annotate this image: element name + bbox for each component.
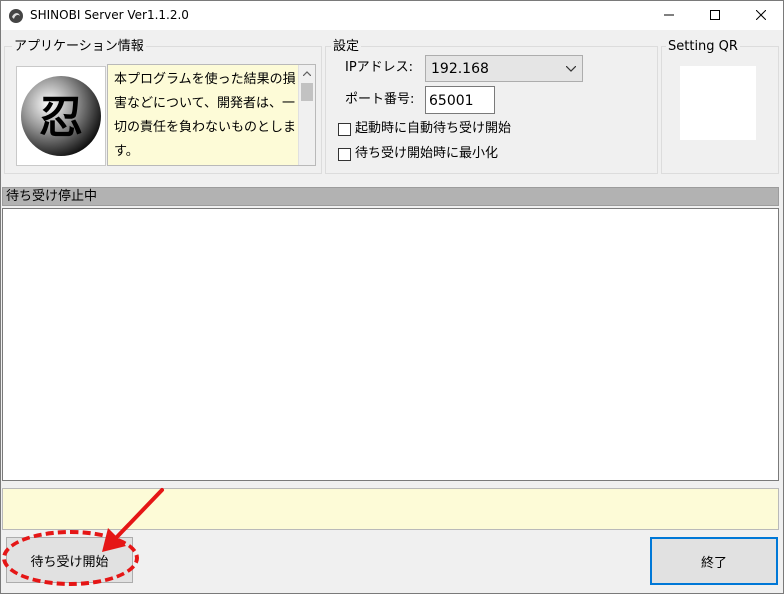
exit-label: 終了 — [700, 555, 727, 571]
start-listening-button[interactable]: 待ち受け開始 — [6, 537, 133, 583]
maximize-button[interactable] — [692, 0, 738, 30]
app-info-group-label: アプリケーション情報 — [12, 39, 146, 54]
app-icon — [9, 9, 23, 23]
scroll-thumb[interactable] — [301, 83, 313, 101]
qr-group-label: Setting QR — [666, 39, 740, 54]
exit-button[interactable]: 終了 — [650, 537, 778, 585]
chevron-down-icon — [566, 66, 576, 72]
port-label: ポート番号: — [345, 92, 415, 107]
window-title: SHINOBI Server Ver1.1.2.0 — [30, 8, 189, 22]
minimize-icon — [664, 14, 674, 16]
close-button[interactable] — [738, 0, 784, 30]
ip-address-value: 192.168 — [431, 61, 489, 77]
maximize-icon — [710, 10, 720, 20]
shinobi-logo-icon: 忍 — [21, 76, 101, 156]
disclaimer-scrollbar[interactable] — [298, 65, 315, 165]
minimize-on-start-checkbox[interactable] — [338, 148, 351, 161]
title-bar[interactable]: SHINOBI Server Ver1.1.2.0 — [0, 0, 784, 30]
scroll-up-button[interactable] — [299, 65, 315, 82]
port-value: 65001 — [429, 93, 474, 109]
autostart-checkbox[interactable] — [338, 123, 351, 136]
start-listening-label: 待ち受け開始 — [30, 554, 109, 570]
settings-group-label: 設定 — [331, 39, 362, 54]
logo-glyph: 忍 — [39, 92, 83, 143]
minimize-button[interactable] — [646, 0, 692, 30]
disclaimer-text: 本プログラムを使った結果の損害などについて、開発者は、一切の責任を負わないものと… — [114, 72, 297, 159]
minimize-on-start-label[interactable]: 待ち受け開始時に最小化 — [355, 146, 498, 161]
logo: 忍 — [16, 66, 106, 166]
status-text: 待ち受け停止中 — [6, 189, 98, 204]
ip-address-select[interactable]: 192.168 — [425, 55, 583, 82]
log-textarea[interactable] — [2, 208, 779, 481]
port-input[interactable]: 65001 — [425, 86, 495, 114]
chevron-up-icon — [303, 71, 311, 76]
qr-code-image — [680, 66, 756, 140]
disclaimer-textbox[interactable]: 本プログラムを使った結果の損害などについて、開発者は、一切の責任を負わないものと… — [107, 64, 316, 166]
status-bar: 待ち受け停止中 — [2, 187, 779, 206]
close-icon — [756, 10, 766, 20]
ip-label: IPアドレス: — [345, 60, 414, 75]
autostart-label[interactable]: 起動時に自動待ち受け開始 — [355, 121, 511, 136]
message-textbox[interactable] — [2, 488, 779, 530]
